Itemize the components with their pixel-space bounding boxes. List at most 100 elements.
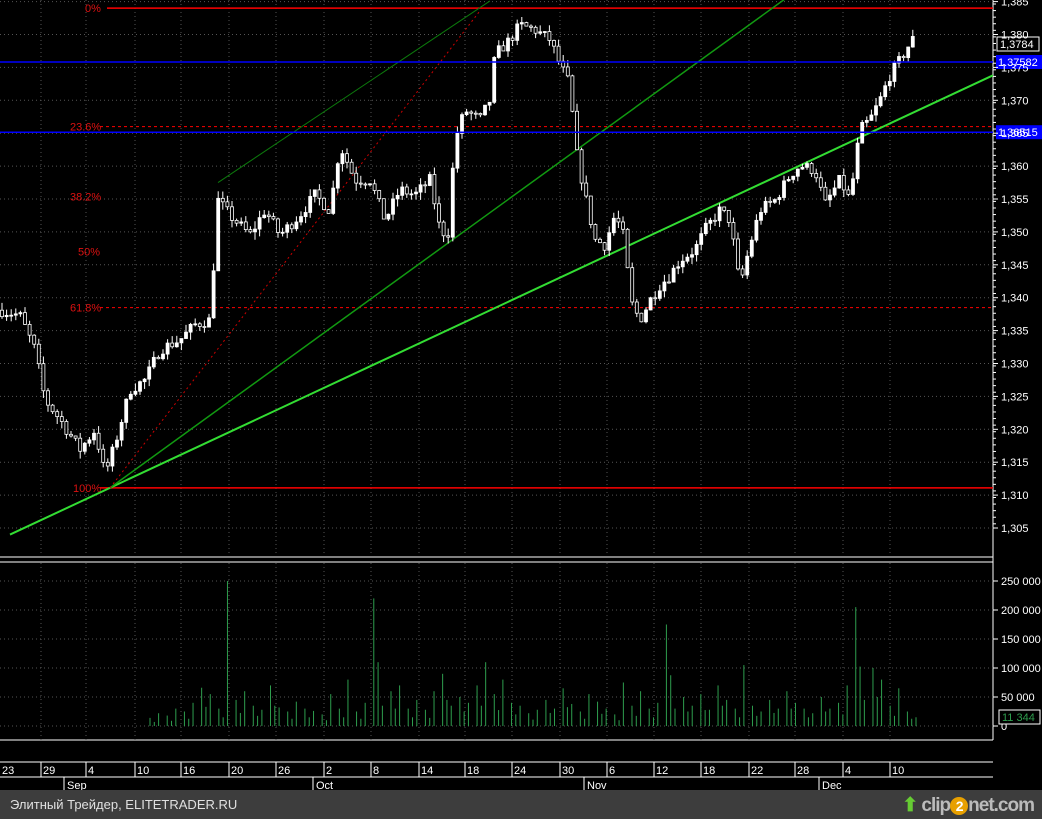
- price-tick-label: 1,385: [1001, 0, 1029, 9]
- candle-body: [639, 312, 644, 323]
- candle-body: [404, 186, 409, 195]
- candle-body: [418, 184, 423, 193]
- candle-body: [464, 111, 469, 116]
- trendlines[interactable]: [9, 0, 994, 536]
- trendline-main-support[interactable]: [9, 74, 994, 536]
- price-chart[interactable]: 0%23.6%38.2%50%61.8%100% 1.375821.365151…: [0, 0, 1042, 790]
- candle-body: [363, 183, 368, 186]
- candle-body: [308, 196, 313, 213]
- candle-body: [782, 180, 786, 198]
- candle-body: [473, 112, 478, 115]
- candle-body: [634, 301, 639, 314]
- volume-tick-label: 250 000: [1001, 576, 1041, 588]
- candle-body: [211, 270, 216, 319]
- candle-body: [570, 75, 575, 112]
- date-label: 12: [656, 765, 668, 777]
- upload-arrow-icon: ⬆: [902, 795, 918, 816]
- candle-body: [754, 219, 759, 241]
- candle-body: [685, 256, 690, 262]
- candle-body: [731, 222, 736, 240]
- candle-body: [496, 45, 501, 58]
- volume-tick-label: 100 000: [1001, 663, 1041, 675]
- candle-body: [690, 254, 694, 258]
- candle-body: [41, 363, 46, 392]
- candle-body: [565, 66, 570, 77]
- date-axis[interactable]: 23 29 4 10 16 20 26 2 8 14 18 24 30 6 12 18 22 28 4 10Sep Oc…: [0, 761, 993, 790]
- candle-body: [579, 149, 584, 184]
- candle-body: [855, 142, 860, 180]
- candle-body: [800, 166, 805, 170]
- candle-body: [216, 197, 221, 272]
- candle-body: [772, 199, 777, 203]
- trendline-fib-baseline[interactable]: [109, 10, 481, 489]
- candle-body: [193, 323, 198, 326]
- date-label: 2: [326, 765, 332, 777]
- candle-body: [837, 174, 842, 189]
- volume-tick-label: 200 000: [1001, 605, 1041, 617]
- candle-body: [501, 45, 506, 52]
- candle-body: [510, 37, 515, 41]
- candle-body: [864, 120, 869, 123]
- candle-body: [469, 111, 474, 114]
- candle-body: [556, 45, 561, 62]
- candle-body: [161, 353, 165, 360]
- date-label: 8: [373, 765, 379, 777]
- fib-level-label: 61.8%: [70, 303, 101, 315]
- candle-body: [588, 195, 593, 225]
- candle-body: [446, 235, 451, 238]
- candle-body: [101, 448, 106, 463]
- candle-body: [92, 432, 96, 441]
- candle-body: [662, 281, 667, 292]
- candle-body: [138, 381, 142, 392]
- price-axis[interactable]: 1,305 1,310 1,315 1,320 1,325 1,330 1,335 1,340…: [993, 0, 1029, 535]
- candle-body: [506, 37, 510, 52]
- candle-body: [165, 342, 170, 355]
- candle-body: [391, 198, 395, 215]
- candle-body: [841, 174, 846, 191]
- candle-body: [156, 356, 161, 360]
- month-label: Nov: [587, 780, 607, 790]
- candle-body: [345, 153, 349, 163]
- candle-body: [699, 233, 704, 245]
- candle-body: [9, 314, 14, 317]
- candle-body: [276, 218, 280, 233]
- candle-body: [312, 189, 317, 197]
- candle-body: [906, 46, 911, 59]
- footer: Элитный Трейдер, ELITETRADER.RU ⬆ clip 2 n…: [0, 790, 1042, 819]
- candle-body: [910, 36, 915, 48]
- candle-body: [372, 183, 377, 191]
- candle-body: [487, 101, 492, 106]
- candle-body: [220, 197, 225, 203]
- candle-body: [736, 238, 740, 270]
- candle-body: [349, 161, 354, 174]
- candle-body: [611, 217, 616, 234]
- candle-body: [703, 222, 708, 235]
- candle-body: [552, 40, 556, 47]
- candle-body: [423, 184, 428, 187]
- candle-body: [266, 214, 271, 217]
- candle-body: [547, 31, 552, 41]
- candle-body: [823, 186, 828, 201]
- candle-body: [726, 210, 731, 223]
- candle-body: [395, 194, 400, 200]
- candle-body: [524, 22, 529, 27]
- candle-body: [846, 189, 851, 195]
- candle-body: [805, 163, 809, 168]
- date-label: 10: [892, 765, 904, 777]
- price-tick-label: 1,315: [1001, 457, 1029, 469]
- candle-body: [874, 105, 878, 116]
- candle-body: [722, 206, 727, 211]
- candle-body: [694, 243, 699, 256]
- clip2net-logo[interactable]: ⬆ clip 2 net.com: [902, 794, 1035, 817]
- candle-body: [777, 197, 782, 201]
- month-label: Oct: [316, 780, 333, 790]
- price-tick-label: 1,355: [1001, 194, 1029, 206]
- current-volume-label: 11 344: [1002, 712, 1035, 724]
- date-label: 4: [88, 765, 94, 777]
- candle-body: [142, 378, 147, 383]
- trendline-channel-upper[interactable]: [109, 0, 785, 489]
- fib-level-label: 50%: [78, 247, 100, 259]
- date-label: 18: [467, 765, 479, 777]
- trendline-channel-top-thin[interactable]: [217, 0, 491, 183]
- candle-body: [50, 404, 55, 413]
